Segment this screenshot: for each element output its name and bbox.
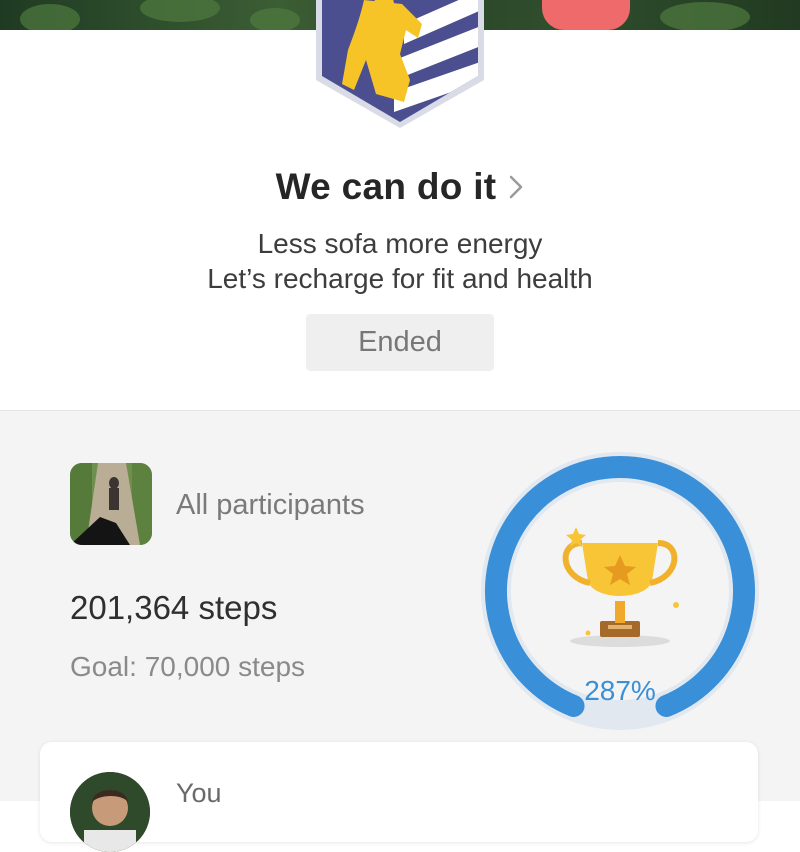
- goal-text: Goal: 70,000 steps: [70, 651, 306, 682]
- challenge-title: We can do it: [275, 166, 497, 207]
- trophy-icon: [562, 527, 679, 647]
- you-avatar: [70, 772, 150, 852]
- challenge-status-button[interactable]: Ended: [306, 314, 494, 371]
- challenge-title-link[interactable]: We can do it: [0, 162, 800, 212]
- you-card[interactable]: You: [40, 742, 758, 852]
- participants-photo: [70, 463, 152, 545]
- challenge-description-line2: Let’s recharge for fit and health: [207, 263, 593, 294]
- runner-shield-badge-icon: [316, 0, 484, 128]
- you-label: You: [176, 778, 222, 808]
- progress-percent: 287%: [584, 675, 656, 706]
- chevron-right-icon: [510, 175, 523, 199]
- runner-figure: [542, 0, 630, 30]
- challenge-description-line1: Less sofa more energy: [257, 228, 543, 259]
- total-steps: 201,364 steps: [70, 589, 278, 626]
- participants-avatar[interactable]: [70, 463, 152, 545]
- participants-label[interactable]: All participants: [176, 489, 365, 522]
